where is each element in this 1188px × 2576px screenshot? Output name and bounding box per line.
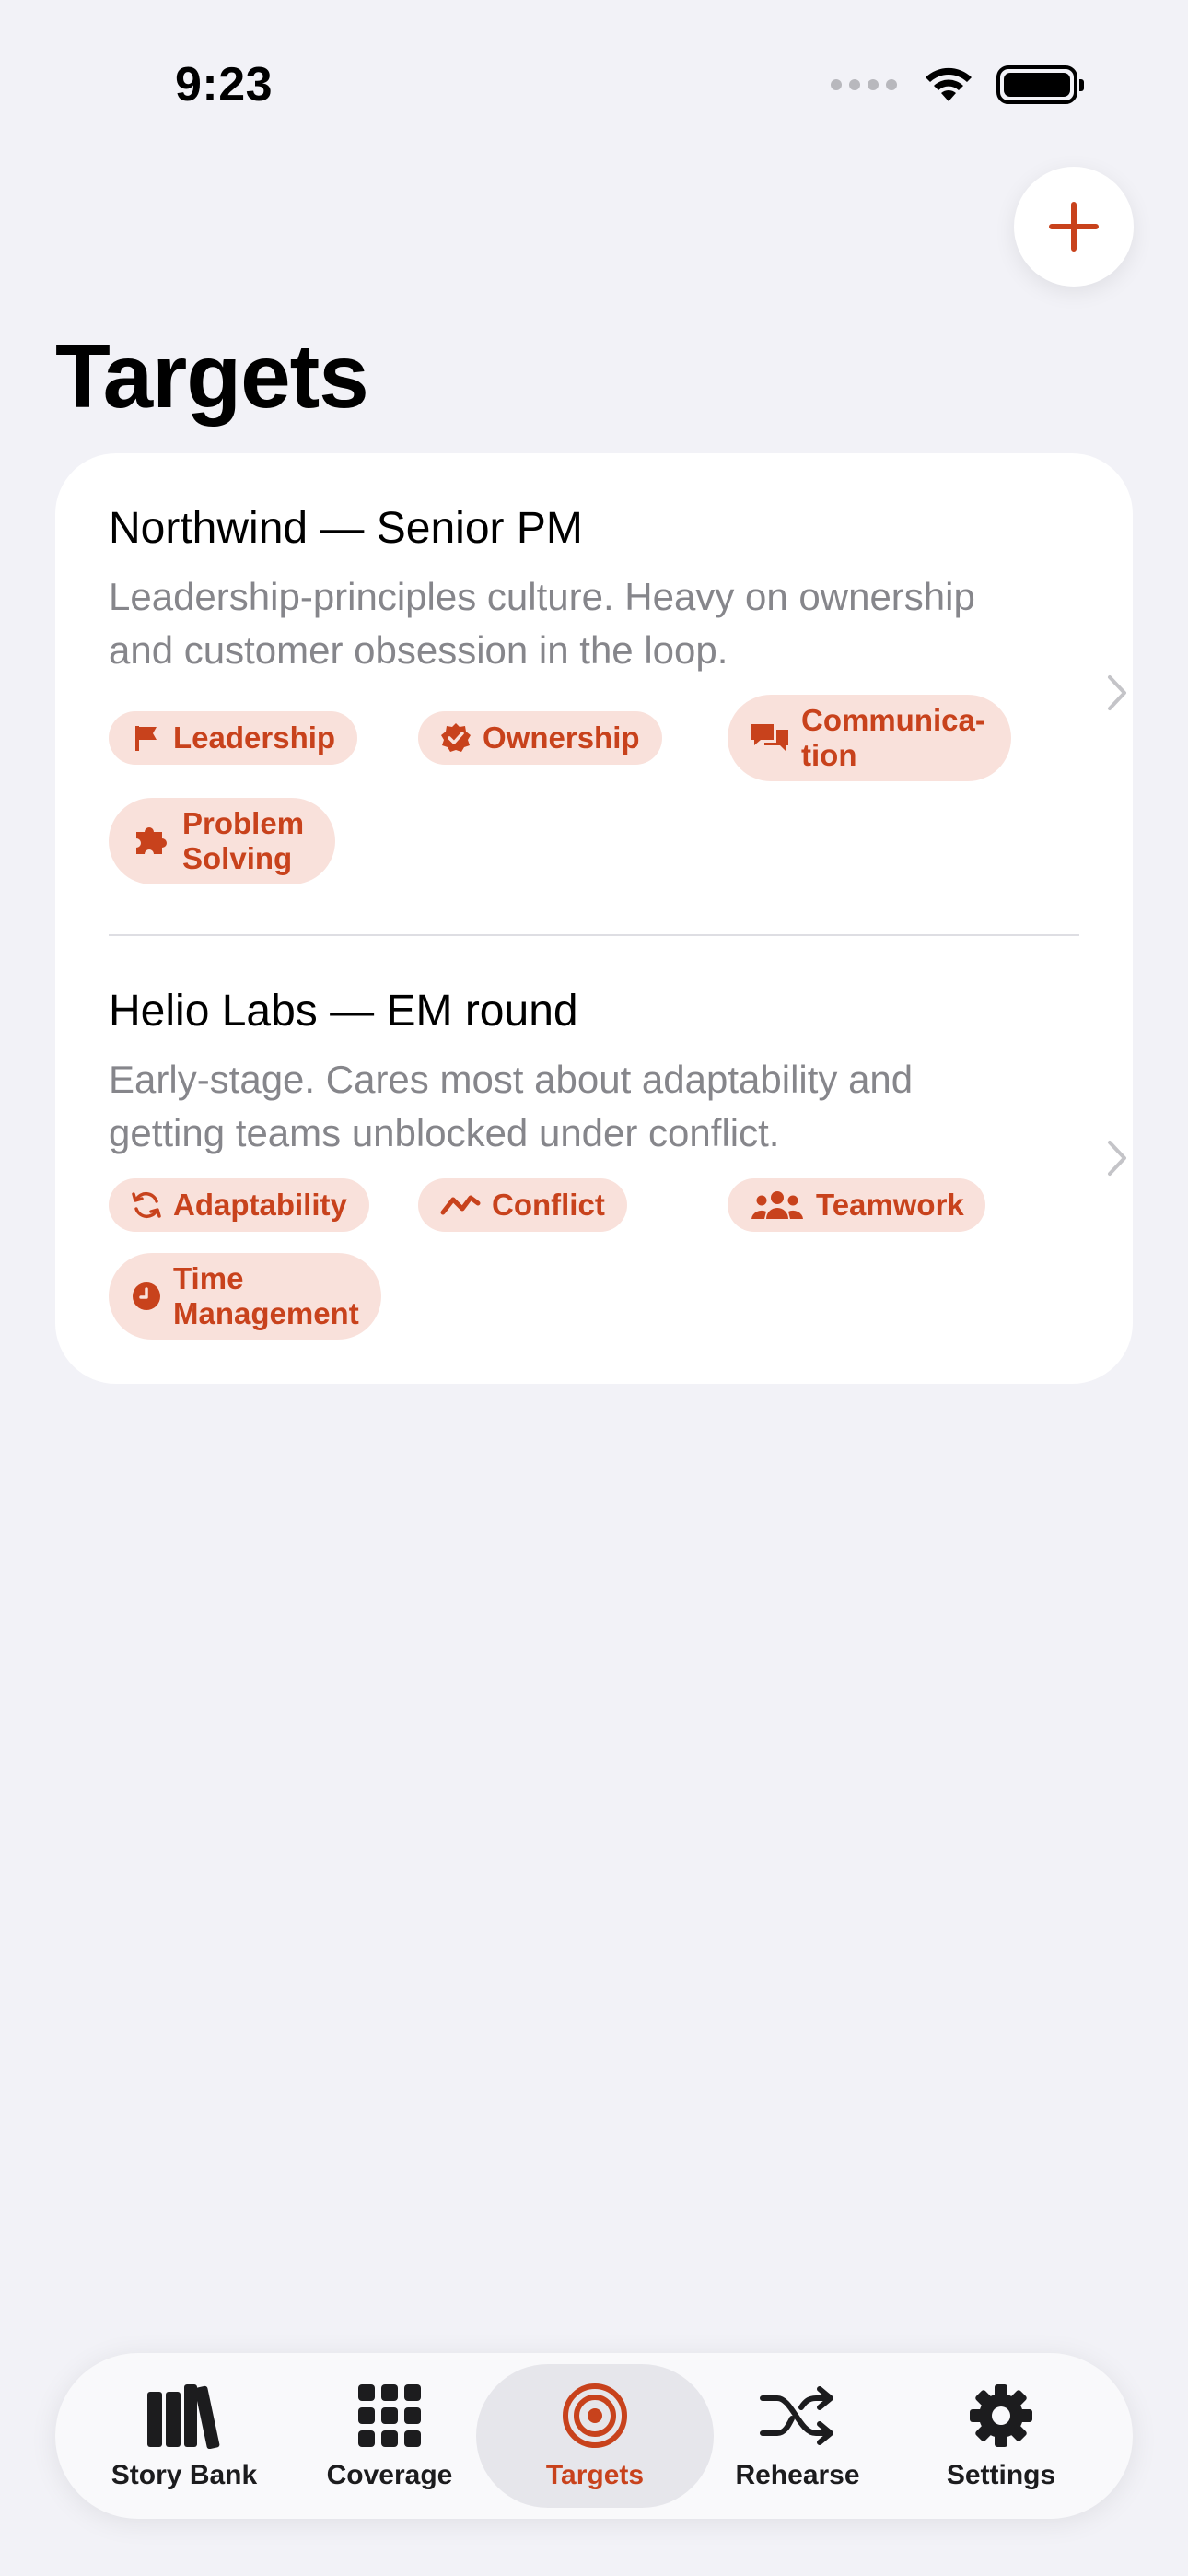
tag-label: Adaptability <box>173 1188 347 1222</box>
target-title: Northwind — Senior PM <box>109 504 583 553</box>
add-target-button[interactable] <box>1014 167 1134 287</box>
tab-settings[interactable]: Settings <box>888 2364 1114 2508</box>
row-divider <box>109 934 1079 936</box>
puzzle-icon <box>131 825 171 857</box>
verified-badge-icon <box>440 722 472 754</box>
tag-chip: Problem Solving <box>109 798 335 884</box>
tag-chip: Time Management <box>109 1253 381 1340</box>
refresh-icon <box>131 1189 162 1221</box>
cellular-signal-icon <box>831 79 897 90</box>
target-description: Early-stage. Cares most about adaptabili… <box>109 1058 914 1154</box>
tag-chip: Ownership <box>418 711 662 765</box>
tab-label: Story Bank <box>111 2460 258 2490</box>
chevron-right-icon <box>1108 675 1126 710</box>
tab-bar: Story Bank Coverage Targets Rehearse Set… <box>55 2353 1133 2519</box>
tab-label: Coverage <box>326 2460 453 2490</box>
speech-bubbles-icon <box>750 722 790 754</box>
tag-label: Teamwork <box>816 1188 964 1222</box>
target-title: Helio Labs — EM round <box>109 987 578 1036</box>
tab-coverage[interactable]: Coverage <box>276 2364 503 2508</box>
target-row-helio-labs[interactable]: Helio Labs — EM round Early-stage. Cares… <box>109 986 1126 1354</box>
wifi-icon <box>926 67 972 101</box>
target-row-northwind[interactable]: Northwind — Senior PM Leadership-princip… <box>109 503 1126 890</box>
people-icon <box>750 1189 805 1221</box>
tag-chip: Adaptability <box>109 1178 369 1232</box>
tag-label: Ownership <box>483 720 640 755</box>
status-time: 9:23 <box>175 58 274 111</box>
tag-label: Conflict <box>492 1188 605 1222</box>
gear-icon <box>968 2381 1034 2451</box>
zigzag-icon <box>440 1189 481 1221</box>
tag-label: Problem Solving <box>182 806 305 875</box>
tag-label: Communica-tion <box>801 703 985 772</box>
tag-chip: Communica-tion <box>728 695 1011 781</box>
tab-targets[interactable]: Targets <box>476 2364 714 2508</box>
tag-chip: Leadership <box>109 711 358 765</box>
tab-label: Rehearse <box>735 2460 860 2490</box>
tag-label: Time Management <box>173 1261 359 1330</box>
grid-icon <box>357 2381 422 2451</box>
clock-icon <box>131 1281 162 1312</box>
tab-label: Settings <box>946 2460 1056 2490</box>
tab-label: Targets <box>545 2460 645 2490</box>
targets-list: Northwind — Senior PM Leadership-princip… <box>55 453 1133 1384</box>
target-icon <box>562 2381 628 2451</box>
plus-icon <box>1049 202 1099 252</box>
screen: 9:23 Targets Northwind — Senior PM Leade… <box>0 0 1188 2576</box>
shuffle-icon <box>759 2381 836 2451</box>
battery-icon <box>996 65 1084 104</box>
status-icons <box>831 64 1084 105</box>
tag-chip: Conflict <box>418 1178 627 1232</box>
flag-icon <box>131 722 162 754</box>
books-icon <box>146 2381 223 2451</box>
tab-rehearse[interactable]: Rehearse <box>684 2364 911 2508</box>
tag-chip: Teamwork <box>728 1178 985 1232</box>
chevron-right-icon <box>1108 1141 1126 1176</box>
target-description: Leadership-principles culture. Heavy on … <box>109 575 975 672</box>
tab-story-bank[interactable]: Story Bank <box>71 2364 297 2508</box>
page-title: Targets <box>55 325 369 427</box>
tag-label: Leadership <box>173 720 336 755</box>
